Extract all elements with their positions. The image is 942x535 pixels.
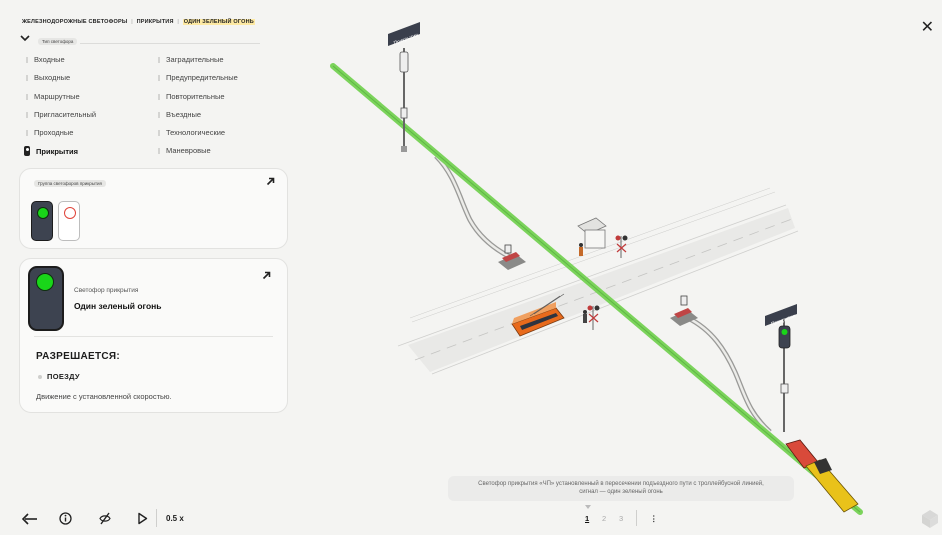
type-item-povtoritelnye[interactable]: Повторительные	[158, 92, 225, 101]
buffer-stop-upper	[498, 244, 526, 270]
caption-line: Светофор прикрытия «ЧП» установленный в …	[478, 481, 764, 487]
signal-mast-upper	[399, 48, 409, 152]
type-item-predupreditelnye[interactable]: Предупредительные	[158, 73, 238, 82]
type-item-prokhodnye[interactable]: Проходные	[26, 128, 73, 137]
page-3[interactable]: 3	[619, 514, 623, 523]
page-1[interactable]: 1	[585, 514, 589, 523]
info-button[interactable]	[59, 512, 72, 530]
chevron-down-icon	[20, 34, 30, 44]
close-icon: ✕	[920, 19, 934, 36]
type-item-vykhodnye[interactable]: Выходные	[26, 73, 70, 82]
main-track	[332, 65, 861, 513]
expand-arrow-icon[interactable]	[266, 177, 275, 189]
divider	[80, 43, 260, 44]
lamp-green-right	[781, 329, 788, 335]
playback-speed[interactable]: 0.5 x	[166, 514, 184, 523]
bullet-icon	[38, 375, 42, 379]
locomotive	[785, 439, 859, 513]
toggle-visibility-button[interactable]	[98, 512, 112, 530]
signal-option-red[interactable]	[58, 201, 80, 241]
signal-description: Движение с установленной скоростью.	[36, 392, 172, 401]
breadcrumb-item-signals[interactable]: Железнодорожные светофоры	[22, 19, 127, 25]
divider	[636, 510, 637, 526]
crossing-sign	[587, 305, 600, 330]
signal-name: Один зеленый огонь	[74, 301, 162, 311]
allowed-target: ПОЕЗДУ	[47, 372, 80, 381]
type-selector-toggle[interactable]: Тип светофора	[20, 35, 260, 48]
breadcrumb-separator: |	[177, 19, 179, 25]
signal-group-card: Группа светофоров прикрытия	[19, 168, 288, 249]
type-item-tekhnologicheskie[interactable]: Технологические	[158, 128, 225, 137]
type-item-manevrovye[interactable]: Маневровые	[158, 146, 211, 155]
breadcrumb-separator: |	[131, 19, 133, 25]
expand-arrow-icon[interactable]	[262, 271, 271, 283]
divider	[34, 336, 273, 337]
lamp-red-icon	[64, 207, 76, 219]
pedestrian	[583, 310, 587, 323]
logo-mark	[922, 510, 938, 528]
type-item-vezdnye[interactable]: Въездные	[158, 110, 201, 119]
play-button[interactable]	[137, 512, 148, 530]
allowed-heading: РАЗРЕШАЕТСЯ:	[36, 351, 121, 362]
breadcrumb-item-type[interactable]: Прикрытия	[137, 19, 174, 25]
breadcrumb-item-current: Один зеленый огонь	[182, 19, 255, 25]
breadcrumb: Железнодорожные светофоры | Прикрытия | …	[22, 19, 255, 25]
sign-prikrytiya-right: Прикрытия	[765, 304, 797, 328]
page-2[interactable]: 2	[602, 514, 606, 523]
divider	[156, 509, 157, 527]
crossing-sign	[615, 235, 628, 258]
eye-off-icon	[99, 512, 111, 525]
type-item-vkhodnye[interactable]: Входные	[26, 55, 65, 64]
pedestrian	[579, 243, 583, 256]
signal-type-label: Светофор прикрытия	[74, 287, 139, 294]
type-item-priglasitelny[interactable]: Пригласительный	[26, 110, 96, 119]
current-page-marker-icon	[585, 505, 591, 509]
caption-line: сигнал — один зеленый огонь	[579, 489, 663, 495]
signal-head-large	[28, 266, 64, 331]
type-item-zagraditelnye[interactable]: Заградительные	[158, 55, 224, 64]
type-item-marshrutnye[interactable]: Маршрутные	[26, 92, 80, 101]
info-icon	[59, 512, 72, 525]
type-item-prikrytiya[interactable]: Прикрытия	[24, 146, 78, 156]
arrow-left-icon	[21, 513, 37, 525]
more-menu-button[interactable]: ⋮	[650, 514, 658, 523]
type-selector-chip: Тип светофора	[38, 38, 78, 45]
lamp-green-icon	[37, 207, 49, 219]
group-card-chip: Группа светофоров прикрытия	[34, 180, 106, 187]
play-icon	[138, 512, 148, 525]
back-button[interactable]	[21, 512, 38, 530]
signal-option-green[interactable]	[31, 201, 53, 241]
signal-mast-right	[778, 318, 791, 432]
scene-caption: Светофор прикрытия «ЧП» установленный в …	[448, 476, 794, 501]
lamp-green-icon	[36, 273, 54, 291]
sign-prikrytiya-upper: Прикрытия	[388, 22, 420, 47]
signal-mini-icon	[24, 146, 30, 156]
signal-detail-card: Светофор прикрытия Один зеленый огонь РА…	[19, 258, 288, 413]
close-button[interactable]: ✕	[921, 20, 934, 36]
